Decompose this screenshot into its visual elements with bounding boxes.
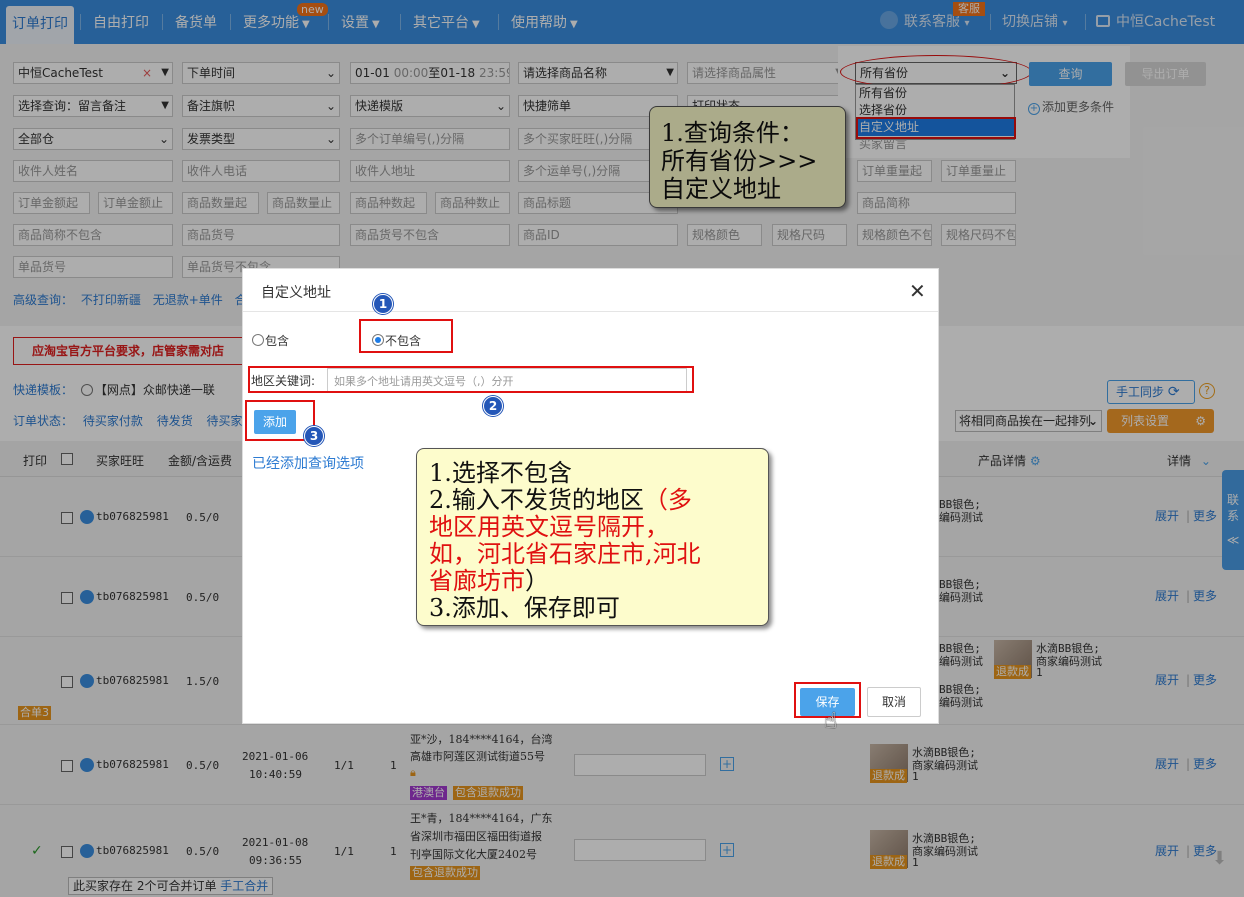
cancel-button[interactable]: 取消 (867, 687, 921, 717)
dialog-divider (243, 311, 938, 312)
keyword-highlight (248, 366, 694, 393)
hand-cursor-icon: ☝ (824, 709, 838, 734)
callout-line-3: 地区用英文逗号隔开， (429, 513, 669, 541)
app-window: 订单打印 自由打印 备货单 更多功能 ▼ new 设置 ▼ 其它平台 ▼ 使用帮助 ▼ … (0, 0, 1244, 897)
dialog-title: 自定义地址 (261, 285, 331, 301)
callout-line-2b: （多 (643, 486, 692, 514)
callout-line-5b: ） (525, 567, 549, 595)
callout-line-2a: 2.输入不发货的地区 (429, 486, 644, 514)
callout-line-2: 2.输入不发货的地区（多 (429, 487, 768, 514)
callout-line-1: 1.选择不包含 (429, 459, 572, 487)
step-1-badge: 1 (373, 294, 393, 314)
callout-line-6: 3.添加、保存即可 (429, 594, 620, 622)
step-2-badge: 2 (483, 396, 503, 416)
callout-line-4: 如，河北省石家庄市,河北 (429, 540, 701, 568)
include-label: 包含 (265, 334, 290, 348)
callout-line-5: 省廊坊市） (429, 568, 768, 595)
callout-instructions: 1.选择不包含 2.输入不发货的地区（多 地区用英文逗号隔开， 如，河北省石家庄… (416, 448, 769, 626)
close-icon[interactable]: ✕ (909, 279, 926, 303)
callout-line-5a: 省廊坊市 (429, 567, 525, 595)
step-3-badge: 3 (304, 426, 324, 446)
exclude-highlight (359, 319, 453, 353)
include-radio[interactable] (252, 334, 264, 346)
added-options-link[interactable]: 已经添加查询选项 (252, 453, 364, 473)
